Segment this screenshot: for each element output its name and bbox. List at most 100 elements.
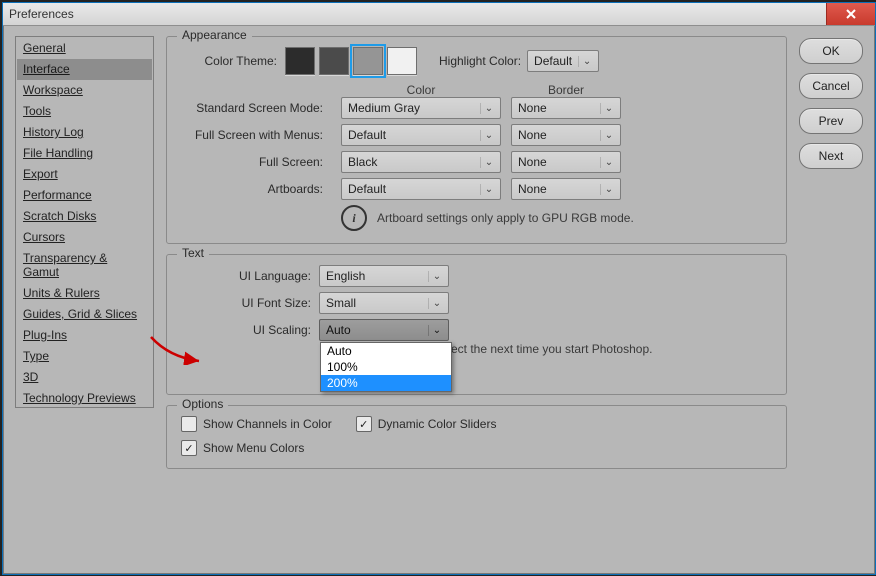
dropdown-option[interactable]: 200% xyxy=(321,375,451,391)
cancel-button[interactable]: Cancel xyxy=(799,73,863,99)
row-label: Full Screen with Menus: xyxy=(181,128,331,142)
chevron-down-icon: ⌄ xyxy=(428,298,445,309)
ui-language-select[interactable]: English ⌄ xyxy=(319,265,449,287)
color-theme-label: Color Theme: xyxy=(181,54,285,68)
border-select[interactable]: None⌄ xyxy=(511,124,621,146)
chevron-down-icon: ⌄ xyxy=(480,184,497,195)
group-legend: Options xyxy=(177,397,228,411)
close-button[interactable] xyxy=(826,3,875,25)
screen-mode-row: Full Screen: Black⌄ None⌄ xyxy=(181,151,772,173)
sidebar-item[interactable]: General xyxy=(17,38,152,59)
checkbox-label: Dynamic Color Sliders xyxy=(378,417,497,431)
chevron-down-icon: ⌄ xyxy=(428,271,445,282)
dropdown-option[interactable]: 100% xyxy=(321,359,451,375)
close-icon xyxy=(845,8,857,20)
prev-button[interactable]: Prev xyxy=(799,108,863,134)
ui-font-size-label: UI Font Size: xyxy=(181,296,319,310)
row-label: Artboards: xyxy=(181,182,331,196)
dialog-actions: OK Cancel Prev Next xyxy=(799,36,863,479)
option-row: Show Channels in Color xyxy=(181,416,332,432)
highlight-color-label: Highlight Color: xyxy=(439,54,521,68)
checkbox-label: Show Menu Colors xyxy=(203,441,304,455)
chevron-down-icon: ⌄ xyxy=(600,184,617,195)
sidebar-item[interactable]: Cursors xyxy=(17,227,152,248)
ui-font-size-select[interactable]: Small ⌄ xyxy=(319,292,449,314)
ui-scaling-select[interactable]: Auto⌄ Auto100%200% xyxy=(319,319,449,341)
color-select[interactable]: Default⌄ xyxy=(341,178,501,200)
checkbox-label: Show Channels in Color xyxy=(203,417,332,431)
sidebar-item[interactable]: 3D xyxy=(17,367,152,388)
color-theme-swatch[interactable] xyxy=(387,47,417,75)
appearance-group: Appearance Color Theme: Highlight Color:… xyxy=(166,36,787,244)
select-value: Small xyxy=(326,296,356,310)
sidebar-item[interactable]: Tools xyxy=(17,101,152,122)
window-title: Preferences xyxy=(9,7,74,21)
sidebar-item[interactable]: File Handling xyxy=(17,143,152,164)
group-legend: Text xyxy=(177,246,209,260)
screen-mode-row: Artboards: Default⌄ None⌄ xyxy=(181,178,772,200)
sidebar-item[interactable]: Export xyxy=(17,164,152,185)
option-row: ✓ Dynamic Color Sliders xyxy=(356,416,497,432)
option-row: ✓ Show Menu Colors xyxy=(181,440,748,456)
sidebar-item[interactable]: Performance xyxy=(17,185,152,206)
note-text: ect the next time you start Photoshop. xyxy=(451,342,652,356)
chevron-down-icon: ⌄ xyxy=(480,103,497,114)
color-select[interactable]: Default⌄ xyxy=(341,124,501,146)
row-label: Full Screen: xyxy=(181,155,331,169)
sidebar-item[interactable]: Technology Previews xyxy=(17,388,152,409)
row-label: Standard Screen Mode: xyxy=(181,101,331,115)
color-theme-swatches xyxy=(285,47,421,75)
chevron-down-icon: ⌄ xyxy=(480,157,497,168)
sidebar-item[interactable]: Workspace xyxy=(17,80,152,101)
chevron-down-icon: ⌄ xyxy=(480,130,497,141)
border-select[interactable]: None⌄ xyxy=(511,151,621,173)
chevron-down-icon: ⌄ xyxy=(428,325,445,336)
ui-scaling-label: UI Scaling: xyxy=(181,323,319,337)
scaling-note: ect the next time you start Photoshop. xyxy=(451,342,772,356)
color-theme-swatch[interactable] xyxy=(353,47,383,75)
sidebar-item[interactable]: Plug-Ins xyxy=(17,325,152,346)
options-group: Options Show Channels in Color✓Dynamic C… xyxy=(166,405,787,469)
artboard-note: i Artboard settings only apply to GPU RG… xyxy=(341,205,772,231)
ui-language-label: UI Language: xyxy=(181,269,319,283)
highlight-color-select[interactable]: Default ⌄ xyxy=(527,50,599,72)
chevron-down-icon: ⌄ xyxy=(600,130,617,141)
sidebar-item[interactable]: Scratch Disks xyxy=(17,206,152,227)
screen-mode-row: Full Screen with Menus: Default⌄ None⌄ xyxy=(181,124,772,146)
select-value: English xyxy=(326,269,365,283)
ok-button[interactable]: OK xyxy=(799,38,863,64)
sidebar-item[interactable]: Transparency & Gamut xyxy=(17,248,152,283)
select-value: Default xyxy=(534,54,572,68)
titlebar: Preferences xyxy=(3,3,875,26)
sidebar-item[interactable]: Guides, Grid & Slices xyxy=(17,304,152,325)
next-button[interactable]: Next xyxy=(799,143,863,169)
border-select[interactable]: None⌄ xyxy=(511,97,621,119)
sidebar-item[interactable]: Units & Rulers xyxy=(17,283,152,304)
preferences-window: Preferences GeneralInterfaceWorkspaceToo… xyxy=(2,2,876,575)
checkbox[interactable]: ✓ xyxy=(356,416,372,432)
screen-mode-row: Standard Screen Mode: Medium Gray⌄ None⌄ xyxy=(181,97,772,119)
ui-scaling-dropdown[interactable]: Auto100%200% xyxy=(320,342,452,392)
column-header-color: Color xyxy=(341,83,501,97)
text-group: Text UI Language: English⌄ UI Font Size:… xyxy=(166,254,787,395)
color-theme-swatch[interactable] xyxy=(285,47,315,75)
sidebar-item[interactable]: History Log xyxy=(17,122,152,143)
border-select[interactable]: None⌄ xyxy=(511,178,621,200)
sidebar-item[interactable]: Type xyxy=(17,346,152,367)
column-header-border: Border xyxy=(511,83,621,97)
select-value: Auto xyxy=(326,323,351,337)
preferences-category-list[interactable]: GeneralInterfaceWorkspaceToolsHistory Lo… xyxy=(15,36,154,408)
checkbox[interactable]: ✓ xyxy=(181,440,197,456)
info-icon: i xyxy=(341,205,367,231)
color-select[interactable]: Black⌄ xyxy=(341,151,501,173)
dropdown-option[interactable]: Auto xyxy=(321,343,451,359)
sidebar-item[interactable]: Interface xyxy=(17,59,152,80)
group-legend: Appearance xyxy=(177,28,252,42)
note-text: Artboard settings only apply to GPU RGB … xyxy=(377,211,634,225)
chevron-down-icon: ⌄ xyxy=(578,56,595,67)
chevron-down-icon: ⌄ xyxy=(600,103,617,114)
chevron-down-icon: ⌄ xyxy=(600,157,617,168)
checkbox[interactable] xyxy=(181,416,197,432)
color-select[interactable]: Medium Gray⌄ xyxy=(341,97,501,119)
color-theme-swatch[interactable] xyxy=(319,47,349,75)
